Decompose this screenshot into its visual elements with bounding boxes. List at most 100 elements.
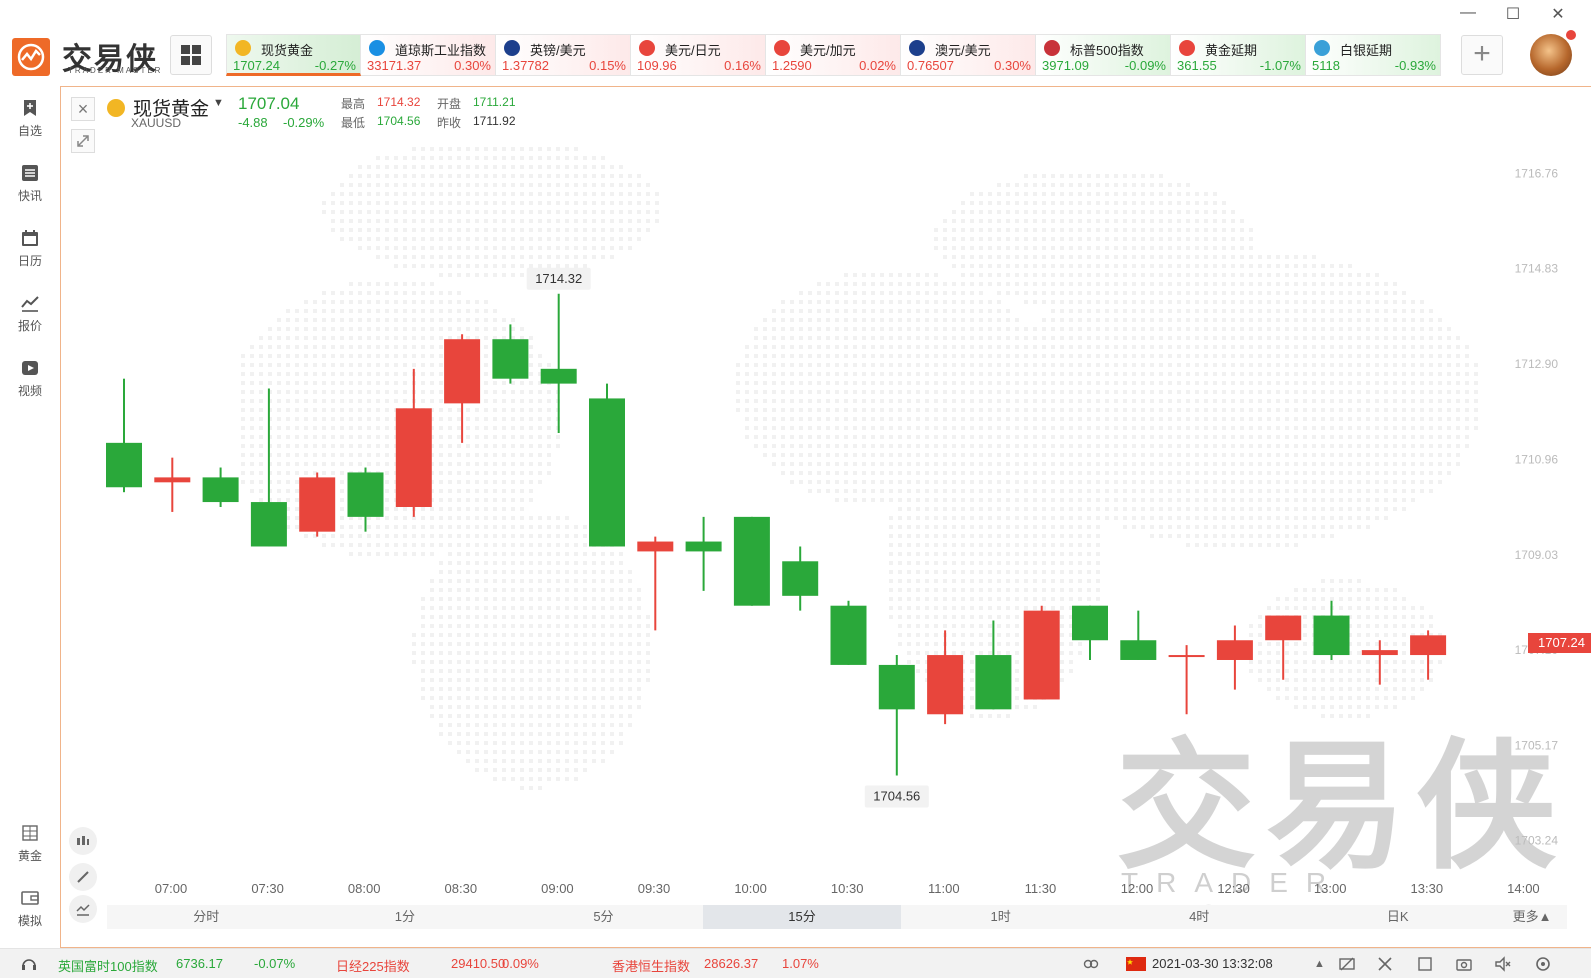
canada-flag-icon xyxy=(774,40,790,56)
candle-body xyxy=(202,477,239,503)
x-tick-label: 07:30 xyxy=(251,881,284,896)
symbol-code: XAUUSD xyxy=(131,116,182,130)
headset-icon[interactable] xyxy=(20,955,38,973)
bookmark-plus-icon xyxy=(24,100,36,116)
low-value: 1704.56 xyxy=(377,114,421,128)
candle-body xyxy=(250,502,287,547)
trend-tool-button[interactable] xyxy=(69,895,97,923)
sidebar-item-2[interactable]: 日历 xyxy=(0,228,60,270)
ticker-name: 白银延期 xyxy=(1340,43,1393,58)
y-tick-label: 1709.03 xyxy=(1515,548,1559,562)
td-gold-icon xyxy=(1179,40,1195,56)
candle-body xyxy=(347,472,384,517)
minimize-button[interactable]: — xyxy=(1458,4,1478,22)
ticker-1[interactable]: 道琼斯工业指数 33171.37 0.30% xyxy=(361,34,496,76)
x-tick-label: 07:00 xyxy=(155,881,188,896)
candle-body xyxy=(540,368,577,384)
timeframe-tab[interactable]: 1分 xyxy=(306,905,505,929)
top-bar: 交易侠 TRADER MASTER 现货黄金 1707.24 -0.27% 道琼斯工业… xyxy=(0,0,1591,86)
ticker-name: 澳元/美元 xyxy=(935,43,991,58)
screen-off-icon[interactable] xyxy=(1338,955,1356,973)
candle-body xyxy=(1313,615,1350,656)
timeframe-tab[interactable]: 1时 xyxy=(901,905,1100,929)
timeframe-tab[interactable]: 4时 xyxy=(1100,905,1299,929)
grid-menu-button[interactable] xyxy=(170,35,212,75)
ticker-name: 美元/加元 xyxy=(800,43,856,58)
ticker-0[interactable]: 现货黄金 1707.24 -0.27% xyxy=(226,34,361,76)
ticker-change: -1.07% xyxy=(1259,58,1301,73)
sidebar-item-label: 自选 xyxy=(17,124,42,138)
candle-body xyxy=(1265,615,1302,641)
index-change: -0.07% xyxy=(254,956,296,971)
sidebar-item-1[interactable]: 快讯 xyxy=(0,163,60,205)
avatar[interactable] xyxy=(1530,34,1572,76)
caret-up-icon[interactable]: ▲ xyxy=(1314,958,1325,970)
timeframe-tab[interactable]: 15分 xyxy=(702,905,902,929)
shrink-button[interactable] xyxy=(71,129,95,153)
candle-body xyxy=(1216,640,1253,660)
index-name[interactable]: 香港恒生指数 xyxy=(612,956,690,975)
symbol-change-pct: -0.29% xyxy=(283,115,325,130)
sidebar-item-4[interactable]: 视频 xyxy=(0,358,60,400)
timeframe-tab[interactable]: 5分 xyxy=(504,905,703,929)
close-chart-button[interactable]: × xyxy=(71,97,95,121)
ticker-price: 5118 xyxy=(1312,58,1340,73)
sidebar-item-5[interactable]: 黄金 xyxy=(0,823,60,865)
settings-icon[interactable] xyxy=(1534,955,1552,973)
ticker-3[interactable]: 美元/日元 109.96 0.16% xyxy=(631,34,766,76)
ticker-change: 0.30% xyxy=(994,58,1031,73)
index-name[interactable]: 英国富时100指数 xyxy=(58,956,158,975)
ticker-5[interactable]: 澳元/美元 0.76507 0.30% xyxy=(901,34,1036,76)
candle-body xyxy=(733,516,770,606)
add-ticker-button[interactable]: + xyxy=(1461,35,1503,75)
ticker-6[interactable]: 标普500指数 3971.09 -0.09% xyxy=(1036,34,1171,76)
index-name[interactable]: 日经225指数 xyxy=(336,956,410,975)
ticker-price: 1.2590 xyxy=(772,58,812,73)
y-tick-label: 1712.90 xyxy=(1515,357,1559,371)
ticker-2[interactable]: 英镑/美元 1.37782 0.15% xyxy=(496,34,631,76)
open-value: 1711.21 xyxy=(473,95,516,109)
ticker-8[interactable]: 白银延期 5118 -0.93% xyxy=(1306,34,1441,76)
tools-icon[interactable] xyxy=(1376,955,1394,973)
pencil-icon xyxy=(77,871,89,883)
candle-body xyxy=(782,561,819,596)
link-icon[interactable] xyxy=(1082,955,1100,973)
close-window-button[interactable]: ✕ xyxy=(1548,4,1568,24)
grid-icon xyxy=(181,45,201,65)
more-timeframes-button[interactable]: 更多▲ xyxy=(1497,905,1567,929)
timeframe-tab[interactable]: 分时 xyxy=(107,905,306,929)
timeframe-bar: 分时 1分 5分 15分 1时 4时 日K 更多▲ xyxy=(107,905,1567,929)
maximize-button[interactable]: ☐ xyxy=(1503,4,1523,24)
prev-close-value: 1711.92 xyxy=(473,114,516,128)
candle-body xyxy=(830,605,867,665)
ticker-7[interactable]: 黄金延期 361.55 -1.07% xyxy=(1171,34,1306,76)
sidebar: 自选快讯日历报价视频黄金模拟 xyxy=(0,88,60,948)
symbol-dropdown-icon[interactable]: ▼ xyxy=(213,97,224,109)
notification-dot xyxy=(1566,30,1576,40)
candle-body xyxy=(1023,610,1060,700)
y-tick-label: 1716.76 xyxy=(1515,166,1559,180)
sidebar-item-3[interactable]: 报价 xyxy=(0,293,60,335)
candlestick-chart[interactable]: 1716.76 1714.83 1712.90 1710.96 1709.03 1707.… xyxy=(61,87,1591,948)
indicator-tool-button[interactable] xyxy=(69,827,97,855)
ticker-name: 美元/日元 xyxy=(665,43,721,58)
candle-body xyxy=(685,541,722,552)
expand-icon[interactable] xyxy=(1416,955,1434,973)
ticker-change: 0.30% xyxy=(454,58,491,73)
candle-body xyxy=(395,408,432,507)
x-tick-label: 08:00 xyxy=(348,881,381,896)
ticker-4[interactable]: 美元/加元 1.2590 0.02% xyxy=(766,34,901,76)
uk-flag-icon xyxy=(504,40,520,56)
mute-icon[interactable] xyxy=(1494,955,1512,973)
sidebar-item-6[interactable]: 模拟 xyxy=(0,888,60,930)
camera-icon[interactable] xyxy=(1455,955,1473,973)
trend-line-icon xyxy=(76,904,90,916)
y-tick-label: 1710.96 xyxy=(1515,453,1559,467)
candle-body xyxy=(1361,650,1398,656)
datetime: 2021-03-30 13:32:08 xyxy=(1152,956,1273,971)
x-tick-label: 10:00 xyxy=(734,881,767,896)
sidebar-item-0[interactable]: 自选 xyxy=(0,98,60,140)
gold-bars-icon xyxy=(22,825,38,841)
timeframe-tab[interactable]: 日K xyxy=(1298,905,1497,929)
draw-tool-button[interactable] xyxy=(69,863,97,891)
